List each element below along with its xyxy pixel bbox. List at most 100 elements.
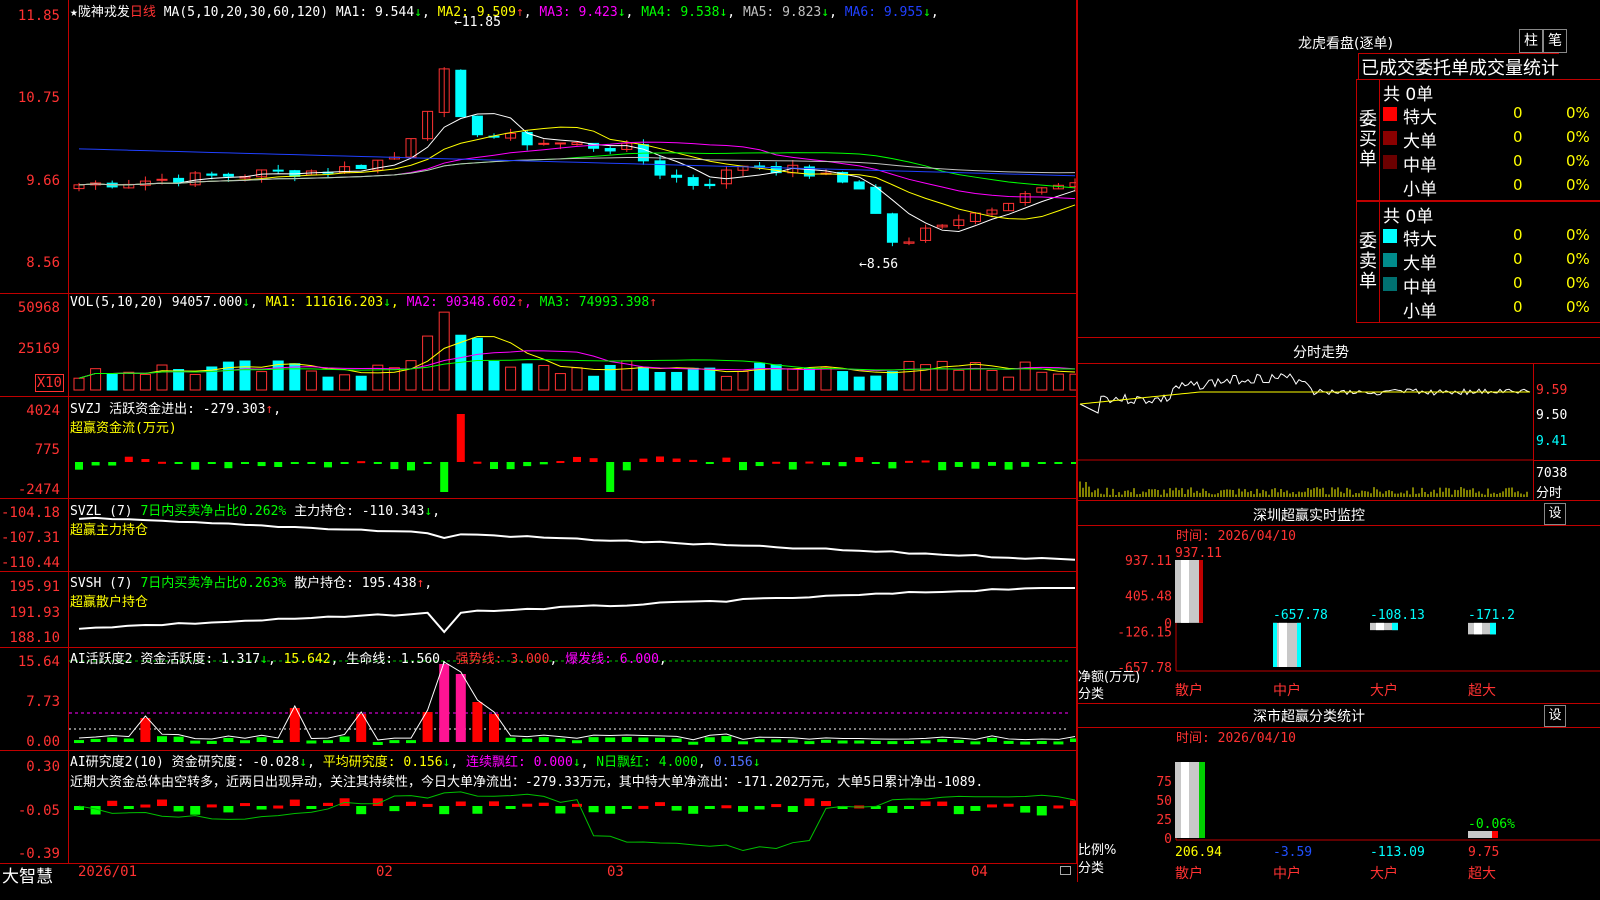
order-pct: 0% — [1566, 298, 1590, 316]
activity-bar — [1053, 741, 1064, 745]
y-tick-label: -0.05 — [17, 803, 60, 819]
research-bar — [754, 806, 765, 810]
date-label: 03 — [607, 864, 624, 880]
svzl-header: SVZL (7) 7日内买卖净占比0.262% 主力持仓: -110.343↓,… — [70, 504, 441, 538]
bar-value-label: 9.75 — [1468, 845, 1499, 860]
y-tick-label: 188.10 — [9, 630, 60, 646]
research-bar — [140, 804, 151, 808]
fund-flow-bar — [307, 462, 316, 464]
activity-bar — [1003, 740, 1014, 744]
fund-flow-bar — [75, 462, 83, 470]
fund-flow-bar — [124, 456, 133, 462]
fund-flow-bar — [1004, 462, 1013, 470]
candle — [455, 69, 467, 118]
date-label: 2026/01 — [78, 864, 138, 880]
y-axis-label: 比例% — [1078, 843, 1117, 858]
fund-flow-bar — [938, 462, 947, 471]
research-bar — [489, 801, 499, 806]
bar-mode-button[interactable]: 柱 — [1519, 29, 1543, 53]
classify-panel[interactable]: 深市超赢分类统计 设 时间: 2026/04/10 75 50 25 0 206.94 散… — [1077, 704, 1600, 882]
research-bar — [970, 806, 981, 811]
ma-line — [78, 113, 1076, 232]
activity-bar — [904, 740, 914, 744]
intraday-panel[interactable]: 分时走势 9.59 9.50 9.41 7038 分时 — [1077, 338, 1600, 501]
fund-flow-bar — [788, 462, 797, 470]
research-bar — [173, 806, 184, 812]
volume-bar — [106, 373, 118, 391]
svzj-value: SVZJ 活跃资金进出: -279.303 — [70, 402, 266, 417]
monitor-panel[interactable]: 深圳超赢实时监控 设 时间: 2026/04/10 937.11 405.48 0-… — [1077, 501, 1600, 704]
intraday-chart[interactable] — [1078, 364, 1533, 499]
candle — [554, 142, 566, 145]
ma-value: MA4: 9.538↓ — [641, 5, 728, 20]
research-bar — [738, 806, 748, 812]
volume-bar — [355, 375, 367, 391]
research-bar — [804, 798, 815, 806]
svsh-subtitle: 超赢散户持仓 — [70, 595, 149, 610]
ma-value: MA1: 9.544↓ — [335, 5, 422, 20]
fund-flow-bar — [390, 462, 399, 470]
activity-bar — [754, 739, 765, 743]
fund-flow-bar — [954, 462, 963, 467]
sell-total: 共 0单 — [1383, 207, 1434, 227]
y-tick-label: 9.50 — [1536, 408, 1568, 423]
tick-mode-button[interactable]: 笔 — [1543, 29, 1567, 53]
category-label: 中户 — [1273, 682, 1301, 699]
research-bar — [505, 806, 516, 809]
research-bar — [555, 806, 566, 814]
research-bar — [289, 799, 300, 806]
activity-bar — [273, 739, 284, 743]
volume-bar — [90, 368, 102, 391]
activity-bar — [638, 737, 649, 742]
activity-bar — [555, 738, 566, 742]
chart-area[interactable]: ★陇神戎发日线 MA(5,10,20,30,60,120) MA1: 9.544… — [0, 0, 1077, 887]
y-tick-label: 50 — [1156, 794, 1172, 809]
volume-bar — [554, 373, 566, 391]
ma-value: MA6: 9.955↓ — [844, 5, 931, 20]
y-tick-label: 10.75 — [17, 90, 60, 106]
fund-flow-bar — [689, 459, 698, 462]
research-bar — [323, 802, 333, 806]
volume-bar — [173, 369, 185, 391]
volume-bar — [853, 376, 865, 391]
favorite-star-icon[interactable]: ★ — [70, 5, 78, 20]
category-label: 中户 — [1273, 865, 1301, 882]
bar-value-label: -113.09 — [1370, 845, 1425, 860]
date-label: 02 — [376, 864, 393, 880]
y-tick-label: 25169 — [17, 341, 60, 357]
volume-bar — [654, 371, 666, 391]
volume-bar — [803, 368, 815, 391]
volume-bar — [953, 369, 965, 391]
research-bar — [406, 801, 416, 806]
activity-bar — [937, 739, 948, 743]
volume-bar — [73, 377, 85, 391]
vol-unit-badge[interactable]: X10 — [34, 374, 64, 392]
fund-flow-bar — [407, 462, 415, 471]
bar-value-label: -108.13 — [1370, 608, 1425, 623]
lock-icon[interactable] — [1060, 866, 1071, 875]
activity-bar — [472, 702, 483, 742]
volume-header: VOL(5,10,20) 94057.000↓, MA1: 111616.203… — [70, 295, 657, 310]
fund-flow-bar — [988, 462, 996, 466]
activity-bar — [505, 737, 516, 742]
research-bar — [1053, 805, 1064, 809]
volume-bar — [521, 363, 533, 391]
research-bar — [621, 806, 632, 809]
y-tick-label: 0.00 — [26, 734, 60, 750]
research-bar — [821, 801, 831, 806]
fund-flow-bar — [324, 462, 332, 468]
order-count: 0 — [1513, 298, 1523, 316]
fund-flow-bar — [191, 462, 200, 470]
bar-edge — [1392, 622, 1398, 631]
period-label[interactable]: 日线 — [130, 5, 156, 20]
research-bar — [937, 801, 948, 806]
research-bar — [190, 806, 201, 815]
volume-bar — [239, 360, 251, 391]
bar-value-label: -171.2 — [1468, 608, 1515, 623]
activity-bar — [704, 737, 715, 742]
activity-bar — [721, 736, 732, 742]
fund-flow-bar — [838, 462, 847, 467]
color-swatch — [1383, 131, 1397, 145]
order-pct: 0% — [1566, 226, 1590, 244]
volume-bar — [704, 367, 716, 391]
